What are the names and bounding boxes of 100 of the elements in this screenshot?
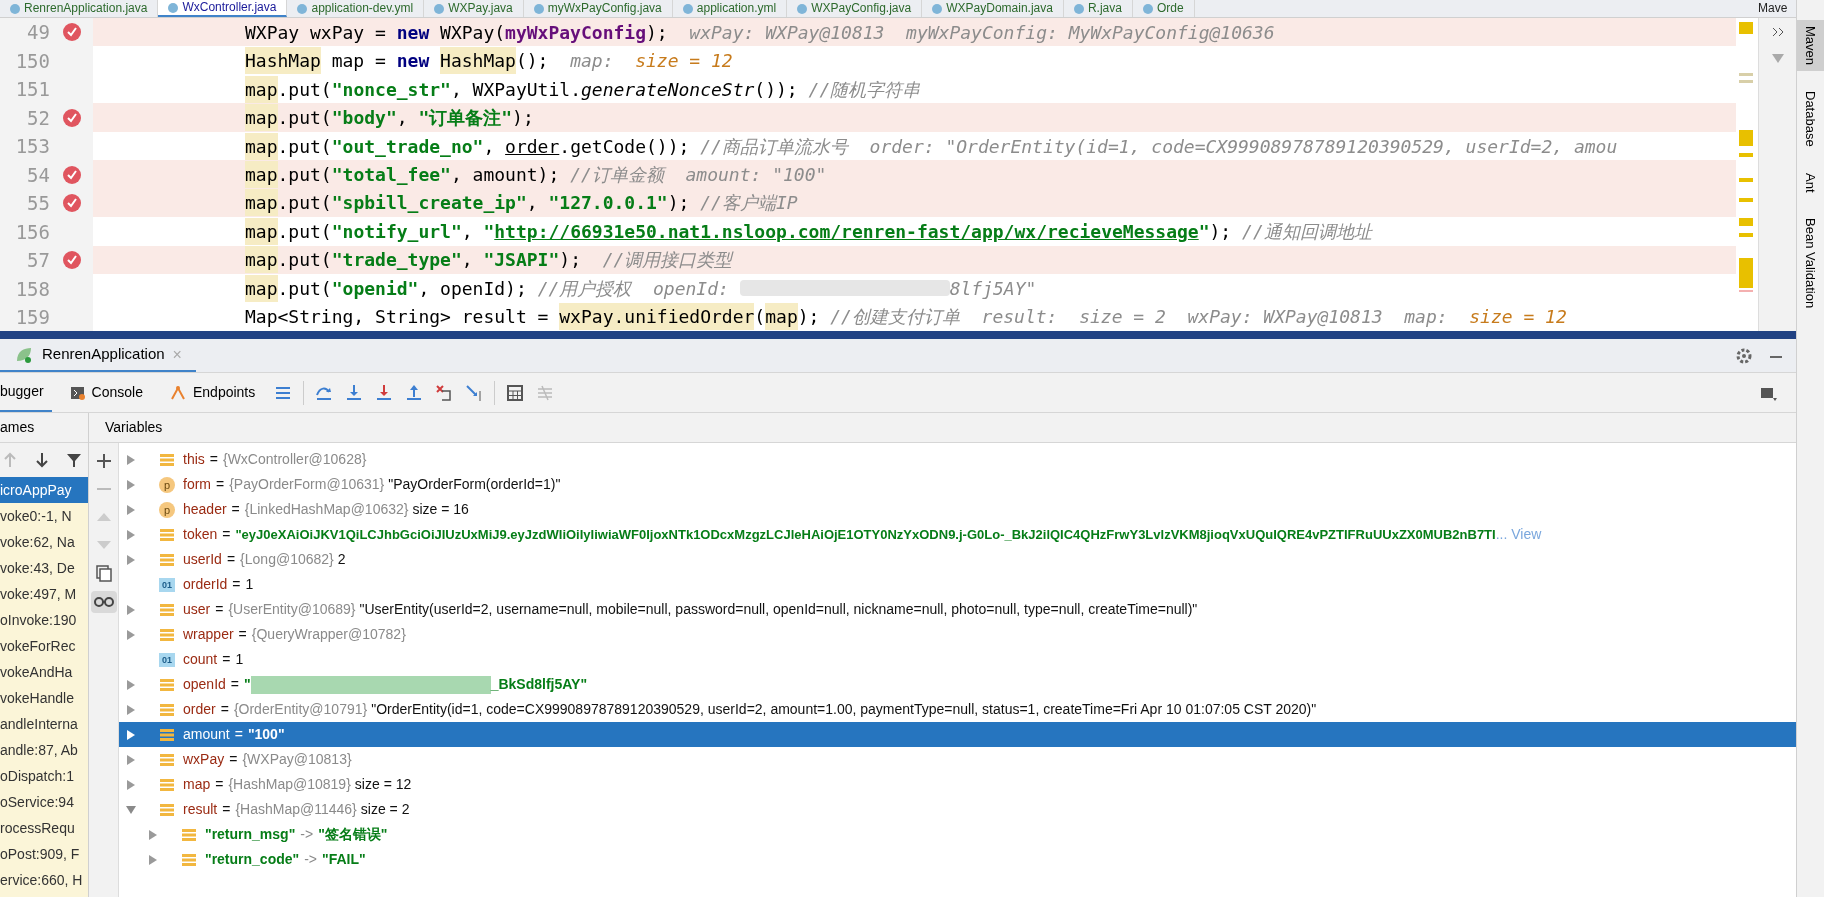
run-config-tab[interactable]: RenrenApplication × bbox=[0, 339, 196, 372]
collapsed-triangle-icon[interactable] bbox=[125, 553, 137, 566]
variable-row[interactable]: 01 orderId = 1 bbox=[119, 572, 1796, 597]
glasses-icon[interactable] bbox=[90, 591, 117, 613]
variable-row[interactable]: this = {WxController@10628} bbox=[119, 447, 1796, 472]
variable-row[interactable]: openId = " _BkSd8lfj5AY" bbox=[119, 672, 1796, 697]
field-icon bbox=[159, 702, 175, 717]
tool-window-button[interactable]: Bean Validation bbox=[1797, 212, 1824, 315]
line-number: 49 bbox=[26, 20, 50, 45]
field-icon bbox=[159, 752, 175, 767]
stack-frame[interactable]: icroAppPay bbox=[0, 477, 88, 503]
breakpoint-icon[interactable] bbox=[61, 22, 82, 43]
collapsed-triangle-icon[interactable] bbox=[147, 828, 159, 841]
stack-frame[interactable]: voke0:-1, N bbox=[0, 503, 88, 529]
stack-frame[interactable]: ervice:660, H bbox=[0, 867, 88, 893]
collapsed-triangle-icon[interactable] bbox=[125, 453, 137, 466]
stack-frame[interactable]: vokeForRec bbox=[0, 633, 88, 659]
editor-tab[interactable]: WXPayDomain.java bbox=[922, 0, 1064, 17]
variable-row[interactable]: "return_code" -> "FAIL" bbox=[119, 847, 1796, 872]
stack-frame[interactable]: oDispatch:1 bbox=[0, 763, 88, 789]
collapsed-triangle-icon[interactable] bbox=[125, 528, 137, 541]
stack-frame[interactable]: andleInterna bbox=[0, 711, 88, 737]
calculator-icon[interactable] bbox=[505, 382, 526, 403]
editor-tab[interactable]: myWxPayConfig.java bbox=[523, 0, 673, 17]
stack-frame[interactable]: voke:43, De bbox=[0, 555, 88, 581]
variable-row[interactable]: wxPay = {WXPay@10813} bbox=[119, 747, 1796, 772]
collapsed-triangle-icon[interactable] bbox=[125, 678, 137, 691]
debug-tab[interactable]: bugger bbox=[0, 373, 52, 412]
debug-tab[interactable]: Endpoints bbox=[160, 373, 264, 412]
breakpoint-icon[interactable] bbox=[61, 250, 82, 271]
line-number: 150 bbox=[14, 48, 50, 74]
editor-tab[interactable]: application-dev.yml bbox=[287, 0, 425, 17]
editor-tab[interactable]: WxController.java bbox=[158, 0, 288, 17]
debug-tab[interactable]: Console bbox=[61, 373, 151, 412]
stack-frame[interactable]: rocessRequ bbox=[0, 815, 88, 841]
chevron-right-icon[interactable] bbox=[1770, 26, 1785, 38]
variable-row[interactable]: p header = {LinkedHashMap@10632} size = 16 bbox=[119, 497, 1796, 522]
line-number: 57 bbox=[26, 248, 50, 273]
variable-row[interactable]: result = {HashMap@11446} size = 2 bbox=[119, 797, 1796, 822]
collapsed-triangle-icon[interactable] bbox=[125, 778, 137, 791]
copy-icon[interactable] bbox=[93, 563, 114, 583]
collapsed-triangle-icon[interactable] bbox=[125, 503, 137, 516]
collapsed-triangle-icon[interactable] bbox=[147, 853, 159, 866]
line-number: 159 bbox=[14, 305, 50, 330]
variable-row[interactable]: "return_msg" -> "签名错误" bbox=[119, 822, 1796, 847]
stack-frame[interactable]: oInvoke:190 bbox=[0, 607, 88, 633]
field-icon bbox=[159, 602, 175, 617]
field-icon bbox=[159, 627, 175, 642]
stack-frame[interactable]: oService:94 bbox=[0, 789, 88, 815]
editor-tab[interactable]: Orde bbox=[1132, 0, 1195, 17]
tool-window-title: Mave bbox=[1758, 0, 1789, 17]
field-icon bbox=[159, 552, 175, 567]
collapsed-triangle-icon[interactable] bbox=[125, 728, 137, 741]
variable-row[interactable]: userId = {Long@10682} 2 bbox=[119, 547, 1796, 572]
tool-window-button[interactable]: Maven bbox=[1797, 20, 1824, 72]
stack-frame[interactable]: oPost:909, F bbox=[0, 841, 88, 867]
editor-tab[interactable]: R.java bbox=[1063, 0, 1133, 17]
line-number: 151 bbox=[14, 77, 50, 102]
stack-frame[interactable]: andle:87, Ab bbox=[0, 737, 88, 763]
variable-value: this = {WxController@10628} bbox=[183, 450, 368, 469]
breakpoint-icon[interactable] bbox=[61, 164, 82, 185]
collapsed-triangle-icon[interactable] bbox=[125, 478, 137, 491]
variable-row[interactable]: order = {OrderEntity@10791} "OrderEntity(id=1, code=CX99908978789120390529, userId=2, amount=1.00, paymentType=null, status=1, createTime=Fri Apr 10 01:07:05 CST 2020)" bbox=[119, 697, 1796, 722]
variable-value: user = {UserEntity@10689} "UserEntity(userId=2, username=null, mobile=null, password=null, openId=null, nickname=null, photo=null, type=null, createTime=null)" bbox=[183, 600, 1198, 619]
variable-row[interactable]: token = "eyJ0eXAiOiJKV1QiLCJhbGciOiJIUzUxMiJ9.eyJzdWIiOiIyIiwiaWF0IjoxNTk1ODcxMzgzLCJleHAiOjE1OTY0NzYxODN9.j-G0Lo-_BkJ2ilQIC4QHzFrwY3LvlzVKM8jioqVxUQuIQRE4vPZTIFRuUUxZX0MUB2nB7TI... View bbox=[119, 522, 1796, 547]
line-number: 54 bbox=[26, 162, 50, 188]
tool-window-button[interactable]: Ant bbox=[1797, 166, 1824, 199]
parameter-icon: p bbox=[159, 476, 175, 493]
variable-value: userId = {Long@10682} 2 bbox=[183, 550, 346, 569]
stack-frame[interactable]: voke:497, M bbox=[0, 581, 88, 607]
parameter-icon: p bbox=[159, 501, 175, 518]
variable-value: map = {HashMap@10819} size = 12 bbox=[183, 775, 412, 794]
stack-frame[interactable]: vokeHandle bbox=[0, 685, 88, 711]
variable-row[interactable]: 01 count = 1 bbox=[119, 647, 1796, 672]
endpoints-icon bbox=[168, 384, 187, 401]
collapsed-triangle-icon[interactable] bbox=[125, 753, 137, 766]
code-line: map.put("nonce_str", WXPayUtil.generateNonceStr()); //随机字符串 bbox=[93, 74, 1736, 104]
variable-row[interactable]: p form = {PayOrderForm@10631} "PayOrderForm(orderId=1)" bbox=[119, 472, 1796, 497]
field-icon bbox=[181, 827, 197, 842]
variable-row[interactable]: user = {UserEntity@10689} "UserEntity(userId=2, username=null, mobile=null, password=null, openId=null, nickname=null, photo=null, type=null, createTime=null)" bbox=[119, 597, 1796, 622]
variable-row[interactable]: amount = "100" bbox=[119, 722, 1796, 747]
field-icon bbox=[159, 527, 175, 542]
tab-label: RenrenApplication bbox=[42, 344, 165, 365]
url-link[interactable]: http://66931e50.nat1.nsloop.com/renren-fast/app/wx/recieveMessage bbox=[494, 217, 1199, 245]
tool-window-button[interactable]: Database bbox=[1797, 85, 1824, 153]
collapsed-triangle-icon[interactable] bbox=[125, 703, 137, 716]
breakpoint-icon[interactable] bbox=[61, 107, 82, 128]
expanded-triangle-icon[interactable] bbox=[125, 803, 137, 816]
stack-frame[interactable]: vokeAndHa bbox=[0, 659, 88, 685]
triangle-down-icon[interactable] bbox=[1770, 52, 1785, 64]
editor-tab[interactable]: application.yml bbox=[672, 0, 788, 17]
editor-tab[interactable]: WXPayConfig.java bbox=[787, 0, 923, 17]
collapsed-triangle-icon[interactable] bbox=[125, 603, 137, 616]
stack-frame[interactable]: voke:62, Na bbox=[0, 529, 88, 555]
field-icon bbox=[159, 452, 175, 467]
collapsed-triangle-icon[interactable] bbox=[125, 628, 137, 641]
variable-row[interactable]: wrapper = {QueryWrapper@10782} bbox=[119, 622, 1796, 647]
variable-row[interactable]: map = {HashMap@10819} size = 12 bbox=[119, 772, 1796, 797]
breakpoint-icon[interactable] bbox=[61, 193, 82, 214]
editor-tab[interactable]: WXPay.java bbox=[424, 0, 524, 17]
